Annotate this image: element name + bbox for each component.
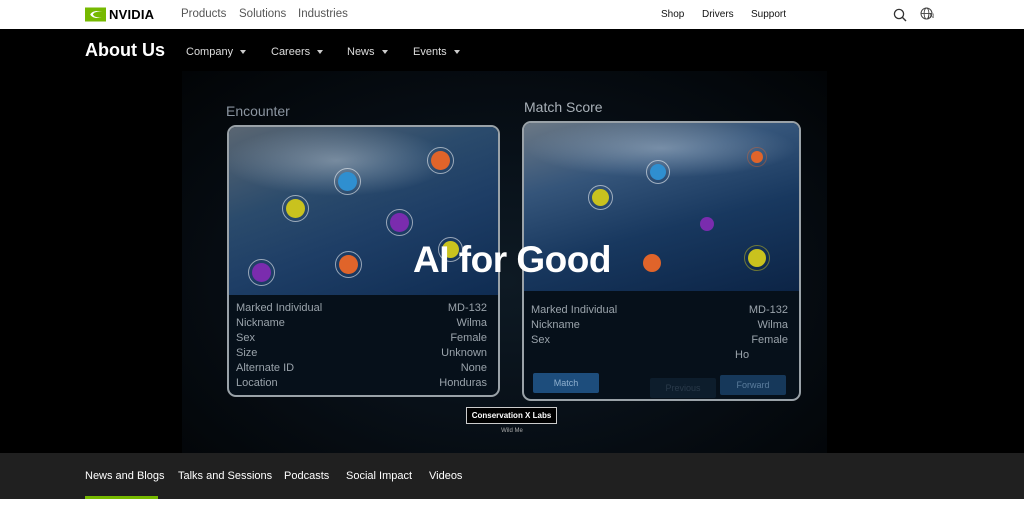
top-navigation: NVIDIA Products Solutions Industries Sho… — [0, 0, 1024, 29]
detail-key: Sex — [531, 334, 550, 346]
menu-company[interactable]: Company — [186, 46, 247, 58]
hero-title: AI for Good — [413, 239, 611, 280]
spot-marker — [588, 185, 613, 210]
chevron-down-icon — [381, 50, 388, 54]
detail-value: Wilma — [456, 317, 487, 329]
menu-careers[interactable]: Careers — [271, 46, 324, 58]
detail-key: Nickname — [531, 319, 580, 331]
match-button[interactable]: Match — [533, 373, 599, 393]
hero-banner: Encounter Match Score Marked Individual M… — [0, 71, 1024, 453]
detail-key: Location — [236, 377, 278, 389]
search-icon[interactable] — [893, 8, 907, 22]
detail-row: Marked Individual MD-132 — [531, 303, 788, 318]
match-score-label: Match Score — [524, 99, 603, 115]
nav-support[interactable]: Support — [751, 9, 786, 20]
tab-talks-and-sessions[interactable]: Talks and Sessions — [178, 470, 272, 482]
detail-key: Alternate ID — [236, 362, 295, 374]
detail-key: Size — [236, 347, 258, 359]
detail-value: Female — [751, 334, 788, 346]
detail-key: Marked Individual — [531, 304, 618, 316]
detail-value: Wilma — [757, 319, 788, 331]
chevron-down-icon — [453, 50, 460, 54]
page-title[interactable]: About Us — [85, 40, 165, 61]
logo-text: NVIDIA — [109, 7, 155, 22]
tab-social-impact[interactable]: Social Impact — [346, 470, 412, 482]
detail-row: Size Unknown — [236, 346, 487, 361]
previous-button[interactable]: Previous — [650, 378, 716, 398]
nav-shop[interactable]: Shop — [661, 9, 684, 20]
detail-row: Nickname Wilma — [531, 318, 788, 333]
partner-badge: Conservation X Labs — [466, 407, 557, 424]
region-badge: IN — [928, 14, 934, 20]
nav-industries[interactable]: Industries — [298, 8, 348, 20]
menu-news[interactable]: News — [347, 46, 388, 58]
detail-value: Unknown — [441, 347, 487, 359]
tab-videos[interactable]: Videos — [429, 470, 462, 482]
nav-drivers[interactable]: Drivers — [702, 9, 734, 20]
detail-row: Marked Individual MD-132 — [236, 301, 487, 316]
menu-company-label: Company — [186, 46, 234, 58]
tab-news-and-blogs[interactable]: News and Blogs — [85, 470, 165, 482]
spot-marker — [699, 216, 715, 232]
nav-products[interactable]: Products — [181, 8, 226, 20]
detail-value: None — [460, 362, 487, 374]
about-subnav: About Us Company Careers News Events — [0, 29, 1024, 71]
encounter-label: Encounter — [226, 103, 290, 119]
globe-icon[interactable]: IN — [920, 7, 937, 23]
detail-row: Location Honduras — [236, 376, 487, 391]
menu-events[interactable]: Events — [413, 46, 460, 58]
spot-marker — [334, 168, 361, 195]
detail-value: Honduras — [439, 377, 487, 389]
detail-key: Nickname — [236, 317, 285, 329]
detail-key: Marked Individual — [236, 302, 323, 314]
nvidia-logo[interactable]: NVIDIA — [85, 7, 154, 22]
detail-row: Sex Female — [531, 333, 788, 348]
menu-news-label: News — [347, 46, 375, 58]
match-details: Marked Individual MD-132 Nickname Wilma Se… — [531, 303, 788, 348]
tab-podcasts[interactable]: Podcasts — [284, 470, 329, 482]
active-tab-indicator — [85, 496, 158, 499]
content-tabs: News and Blogs Talks and Sessions Podcas… — [0, 453, 1024, 499]
menu-events-label: Events — [413, 46, 447, 58]
spot-marker — [386, 209, 413, 236]
detail-row: Sex Female — [236, 331, 487, 346]
detail-row: Nickname Wilma — [236, 316, 487, 331]
nav-solutions[interactable]: Solutions — [239, 8, 286, 20]
detail-value: Female — [450, 332, 487, 344]
detail-key: Sex — [236, 332, 255, 344]
nvidia-eye-icon — [85, 7, 106, 22]
spot-marker — [747, 147, 767, 167]
image-credit: Wild Me — [501, 428, 523, 434]
detail-row: Alternate ID None — [236, 361, 487, 376]
spot-marker — [282, 195, 309, 222]
forward-button[interactable]: Forward — [720, 375, 786, 395]
detail-value: MD-132 — [748, 304, 788, 316]
detail-value: MD-132 — [447, 302, 487, 314]
menu-careers-label: Careers — [271, 46, 311, 58]
chevron-down-icon — [240, 50, 247, 54]
spot-marker — [646, 160, 670, 184]
partial-value: Ho — [735, 349, 750, 361]
chevron-down-icon — [317, 50, 324, 54]
encounter-details: Marked Individual MD-132 Nickname Wilma Se… — [236, 301, 487, 391]
spot-marker — [427, 147, 454, 174]
